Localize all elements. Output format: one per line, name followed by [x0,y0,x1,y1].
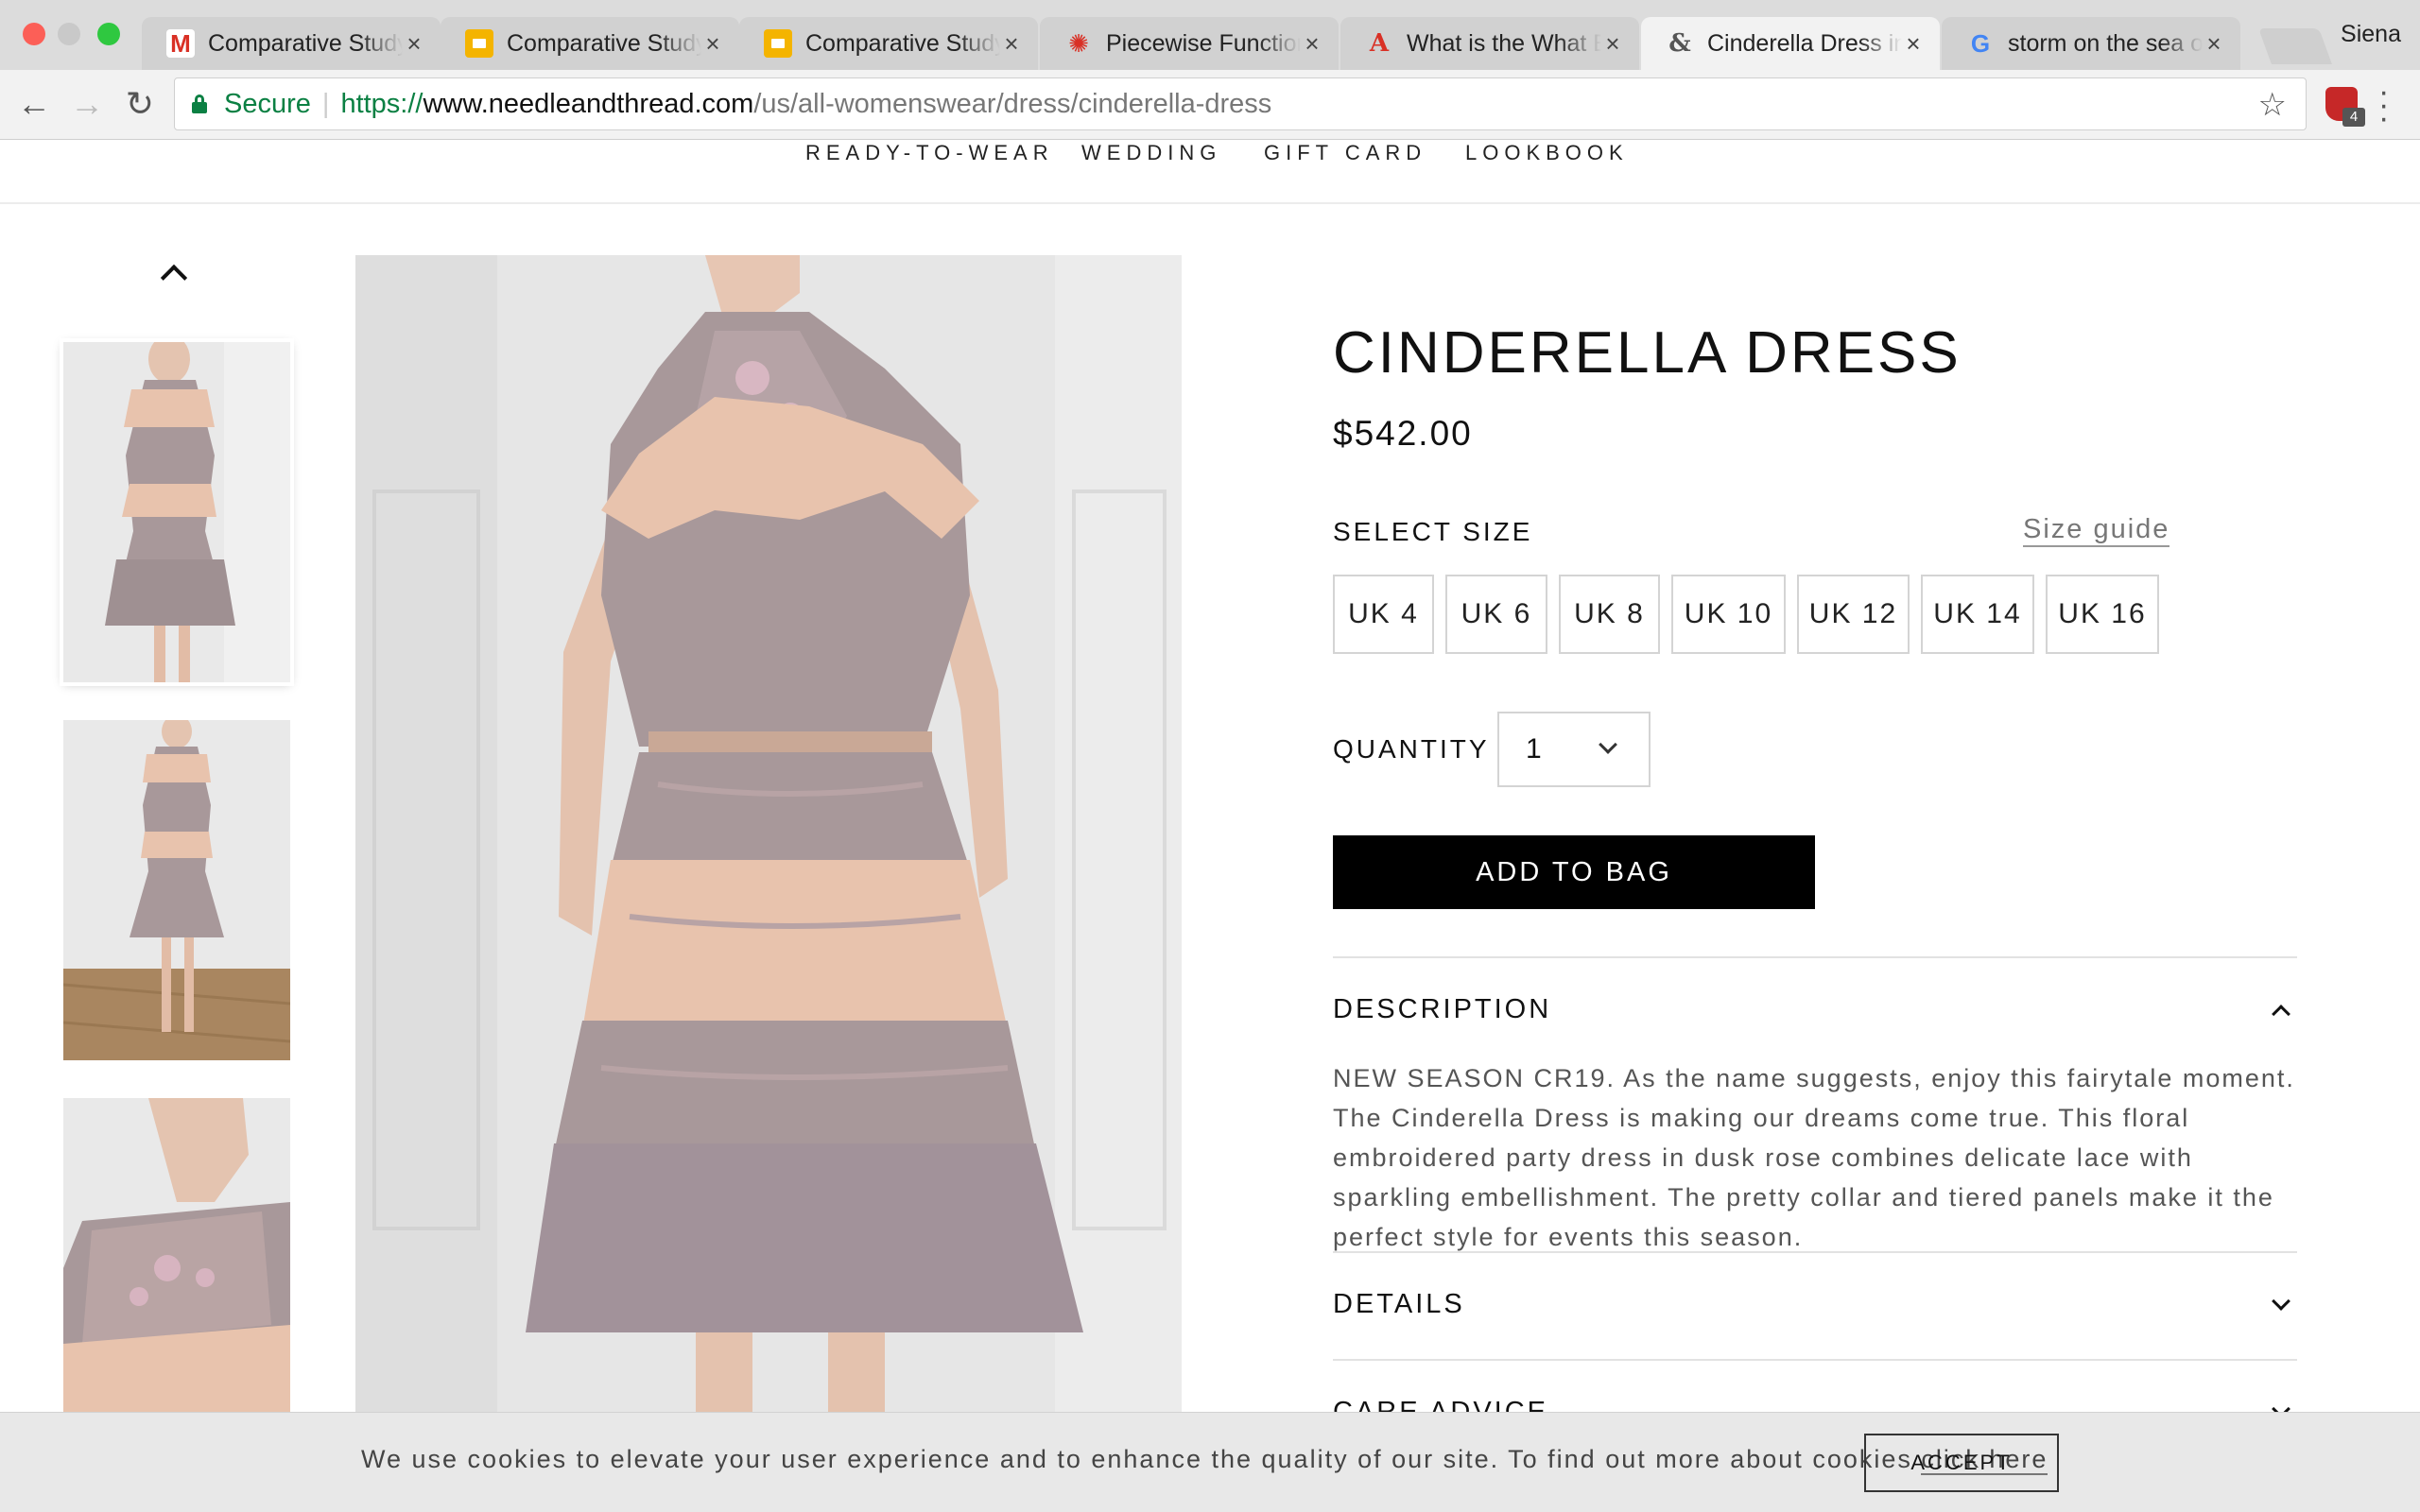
thumbnail-scroll-up-icon[interactable] [157,259,195,287]
tab-title: storm on the sea of [2008,29,2203,57]
browser-tab[interactable]: Comparative Study of × [441,17,739,70]
close-icon[interactable]: × [1601,29,1624,59]
browser-tab-active[interactable]: & Cinderella Dress in Dusk × [1641,17,1940,70]
new-tab-button[interactable] [2258,28,2332,64]
size-options: UK 4 UK 6 UK 8 UK 10 UK 12 UK 14 UK 16 [1333,575,2159,654]
address-bar[interactable]: Secure | https://www.needleandthread.com… [174,77,2307,130]
close-icon[interactable]: × [1301,29,1323,59]
google-slides-icon [465,29,493,58]
browser-menu-icon[interactable]: · · · [2378,76,2389,134]
close-icon[interactable]: × [1000,29,1023,59]
tab-title: Piecewise Functions [1106,29,1301,57]
product-price: $542.00 [1333,414,1473,453]
size-option[interactable]: UK 12 [1797,575,1910,654]
divider [1333,956,2297,958]
accordion-details-header[interactable]: DETAILS [1333,1289,1465,1320]
profile-name[interactable]: Siena [2341,21,2401,48]
close-icon[interactable]: × [701,29,724,59]
tab-title: What is the What Era [1407,29,1601,57]
tab-title: Comparative Study of [208,29,403,57]
a-plus-icon: A [1369,29,1390,58]
add-to-bag-button[interactable]: ADD TO BAG [1333,835,1815,909]
url-host: www.needleandthread.com [423,88,754,119]
nav-wedding[interactable]: WEDDING [1081,141,1221,165]
quantity-value: 1 [1526,733,1542,765]
nav-gift-card[interactable]: GIFT CARD [1264,141,1426,165]
dress-thumbnail-image [63,1098,290,1438]
product-thumbnail[interactable] [63,342,290,682]
divider: | [321,88,330,119]
lock-icon [192,94,207,113]
cookie-message: We use cookies to elevate your user expe… [361,1445,2048,1475]
secure-label: Secure [224,88,311,119]
chevron-up-icon[interactable] [2272,1005,2290,1023]
size-option[interactable]: UK 6 [1445,575,1547,654]
close-icon[interactable]: × [2203,29,2225,59]
browser-tab[interactable]: G storm on the sea of × [1942,17,2240,70]
quantity-label: QUANTITY [1333,734,1490,764]
quantity-select[interactable]: 1 [1497,712,1651,787]
chevron-down-icon[interactable] [2272,1292,2290,1311]
size-option[interactable]: UK 14 [1921,575,2034,654]
url-scheme: https:// [340,88,424,119]
browser-tab[interactable]: M Comparative Study of × [142,17,441,70]
bookmark-star-icon[interactable]: ☆ [2258,86,2287,124]
product-thumbnail[interactable] [63,720,290,1060]
browser-tab[interactable]: ✺ Piecewise Functions × [1040,17,1339,70]
reload-icon[interactable]: ↻ [119,83,161,125]
close-icon[interactable]: × [403,29,425,59]
select-size-label: SELECT SIZE [1333,517,1533,546]
browser-toolbar: ← → ↻ Secure | https://www.needleandthre… [0,70,2420,140]
site-nav: READY-TO-WEAR WEDDING GIFT CARD LOOKBOOK [0,141,2420,204]
piecewise-site-icon: ✺ [1068,28,1089,58]
google-icon: G [1970,28,1991,58]
accept-cookies-button[interactable]: ACCEPT [1864,1434,2059,1492]
browser-tab[interactable]: Comparative Study of × [739,17,1038,70]
size-option[interactable]: UK 16 [2046,575,2159,654]
back-arrow-icon[interactable]: ← [13,83,55,125]
size-option[interactable]: UK 10 [1671,575,1786,654]
forward-arrow-icon[interactable]: → [66,83,108,125]
cookie-text: We use cookies to elevate your user expe… [361,1445,1922,1473]
nav-lookbook[interactable]: LOOKBOOK [1465,141,1629,165]
divider [1333,1251,2297,1253]
accordion-description-header[interactable]: DESCRIPTION [1333,994,1551,1025]
nav-ready-to-wear[interactable]: READY-TO-WEAR [805,141,1054,165]
tab-title: Cinderella Dress in Dusk [1707,29,1902,57]
ampersand-icon: & [1668,29,1691,58]
product-description: NEW SEASON CR19. As the name suggests, e… [1333,1064,2295,1251]
browser-tab[interactable]: A What is the What Era × [1340,17,1639,70]
tab-title: Comparative Study of [805,29,1000,57]
size-guide-link[interactable]: Size guide [2023,513,2170,547]
tab-title: Comparative Study of [507,29,701,57]
google-slides-icon [764,29,792,58]
close-icon[interactable]: × [1902,29,1925,59]
chevron-down-icon [1599,735,1617,754]
product-title: CINDERELLA DRESS [1333,320,1962,386]
product-main-image[interactable] [355,255,1182,1427]
window-minimize-button[interactable] [58,23,80,45]
dress-thumbnail-image [63,342,290,682]
window-close-button[interactable] [23,23,45,45]
size-option[interactable]: UK 4 [1333,575,1434,654]
size-option[interactable]: UK 8 [1559,575,1660,654]
dress-main-image [355,255,1182,1427]
divider [1333,1359,2297,1361]
url-path: /us/all-womenswear/dress/cinderella-dres… [753,88,1272,119]
dress-thumbnail-image [63,720,290,1060]
window-zoom-button[interactable] [97,23,120,45]
extension-badge: 4 [2342,108,2365,127]
browser-tab-bar: M Comparative Study of × Comparative Stu… [0,0,2420,70]
product-thumbnail[interactable] [63,1098,290,1438]
gmail-icon: M [166,29,195,58]
cookie-banner: We use cookies to elevate your user expe… [0,1412,2420,1512]
